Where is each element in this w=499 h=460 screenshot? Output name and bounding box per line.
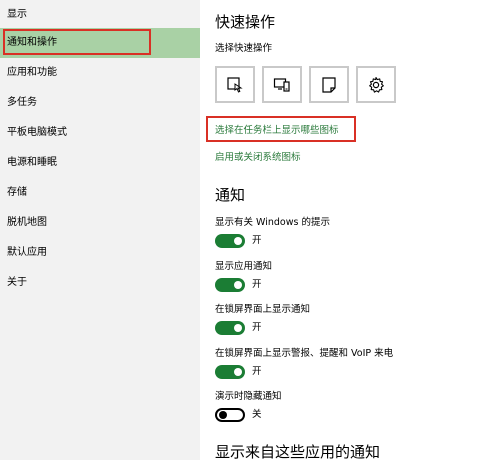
sidebar-item-tablet-mode[interactable]: 平板电脑模式	[0, 118, 200, 148]
sidebar-item-display[interactable]: 显示	[0, 0, 200, 30]
sidebar-item-notifications-actions[interactable]: 通知和操作	[0, 28, 200, 58]
note-icon	[320, 76, 338, 94]
presentation-hide-state: 关	[252, 409, 262, 420]
toggle-knob	[234, 368, 242, 376]
settings-window: 显示 通知和操作 应用和功能 多任务 平板电脑模式 电源和睡眠 存储 脱机地图 …	[0, 0, 499, 460]
tablet-mode-icon	[226, 76, 244, 94]
taskbar-icons-link[interactable]: 选择在任务栏上显示哪些图标	[215, 124, 339, 138]
lockscreen-alarms-label: 在锁屏界面上显示警报、提醒和 VoIP 来电	[215, 348, 394, 359]
app-notifications-state: 开	[252, 279, 262, 290]
toggle-knob	[234, 281, 242, 289]
lockscreen-notifications-label: 在锁屏界面上显示通知	[215, 304, 311, 315]
quick-actions-heading: 快速操作	[215, 13, 276, 31]
toggle-knob	[234, 237, 242, 245]
windows-tips-state: 开	[252, 235, 262, 246]
windows-tips-label: 显示有关 Windows 的提示	[215, 217, 330, 228]
quick-action-tile-1[interactable]	[215, 66, 255, 103]
sidebar-item-offline-maps[interactable]: 脱机地图	[0, 208, 200, 238]
notifications-heading: 通知	[215, 186, 246, 204]
quick-actions-subtitle: 选择快速操作	[215, 43, 273, 54]
windows-tips-toggle[interactable]	[215, 234, 245, 248]
app-notifications-heading: 显示来自这些应用的通知	[215, 443, 381, 460]
app-notifications-toggle[interactable]	[215, 278, 245, 292]
toggle-knob	[219, 411, 227, 419]
connect-icon	[273, 76, 291, 94]
toggle-knob	[234, 324, 242, 332]
sidebar-item-storage[interactable]: 存储	[0, 178, 200, 208]
sidebar-item-power-sleep[interactable]: 电源和睡眠	[0, 148, 200, 178]
settings-icon	[367, 76, 385, 94]
sidebar-item-apps-features[interactable]: 应用和功能	[0, 58, 200, 88]
quick-action-tile-2[interactable]	[262, 66, 302, 103]
system-icons-link[interactable]: 启用或关闭系统图标	[215, 151, 301, 165]
quick-action-tile-3[interactable]	[309, 66, 349, 103]
lockscreen-alarms-state: 开	[252, 366, 262, 377]
presentation-hide-toggle[interactable]	[215, 408, 245, 422]
app-notifications-label: 显示应用通知	[215, 261, 273, 272]
lockscreen-notifications-state: 开	[252, 322, 262, 333]
main-panel: 快速操作 选择快速操作 选择在任务栏上显示哪些图标 启用或关闭系统图标 通知 显…	[200, 0, 499, 460]
lockscreen-notifications-toggle[interactable]	[215, 321, 245, 335]
presentation-hide-label: 演示时隐藏通知	[215, 391, 282, 402]
sidebar: 显示 通知和操作 应用和功能 多任务 平板电脑模式 电源和睡眠 存储 脱机地图 …	[0, 0, 200, 460]
sidebar-item-default-apps[interactable]: 默认应用	[0, 238, 200, 268]
sidebar-item-about[interactable]: 关于	[0, 268, 200, 298]
lockscreen-alarms-toggle[interactable]	[215, 365, 245, 379]
quick-action-tile-4[interactable]	[356, 66, 396, 103]
sidebar-item-multitasking[interactable]: 多任务	[0, 88, 200, 118]
